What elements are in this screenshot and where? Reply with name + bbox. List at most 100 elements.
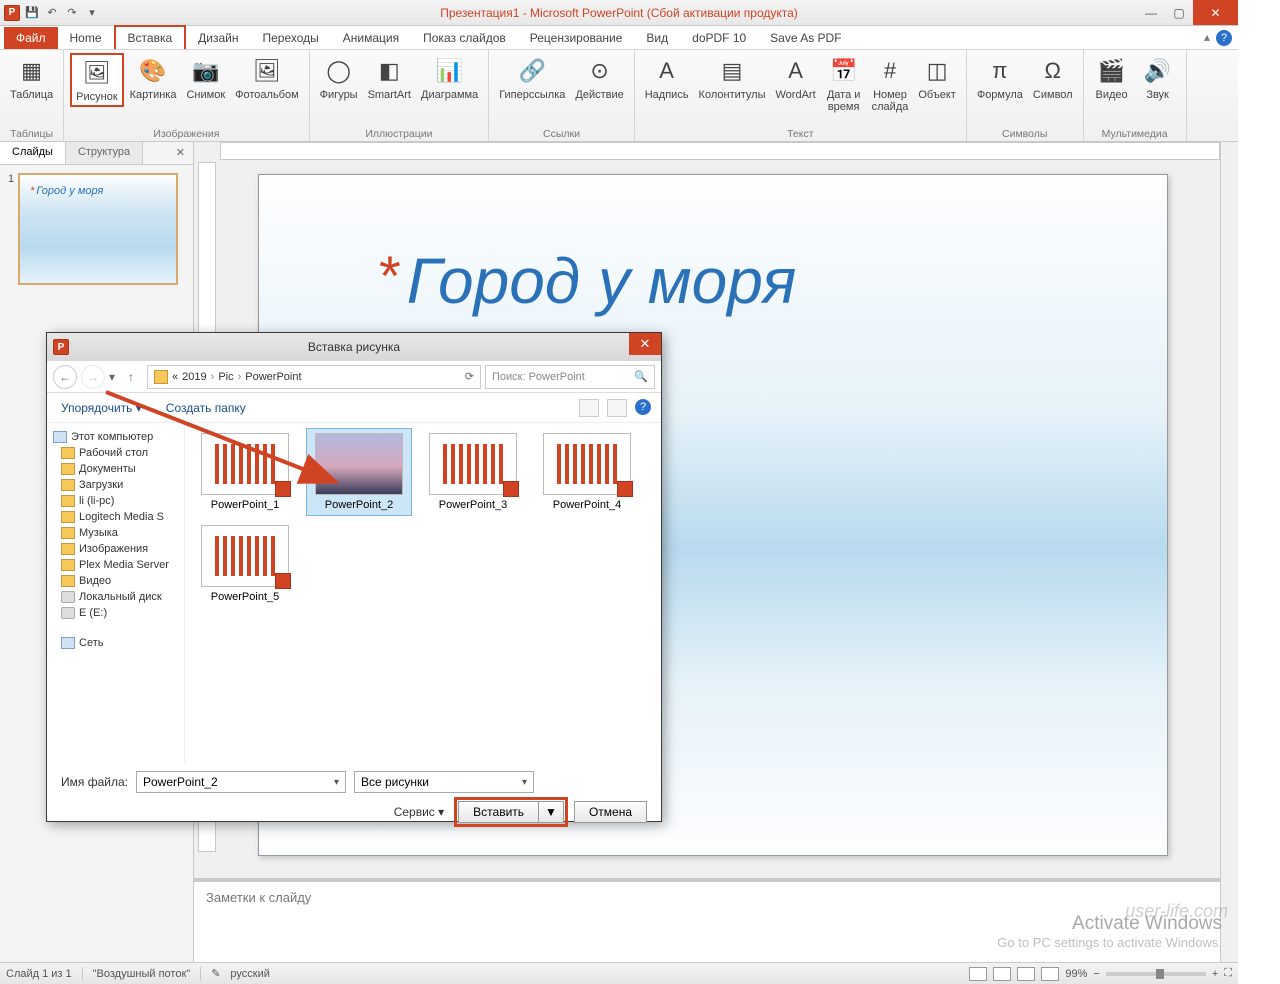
file-thumbnail	[429, 433, 517, 495]
panel-tab-outline[interactable]: Структура	[66, 142, 143, 164]
file-item[interactable]: PowerPoint_3	[421, 429, 525, 515]
folder-icon	[61, 543, 75, 555]
ribbon-рисунок[interactable]: 🖼Рисунок	[70, 53, 124, 107]
tab-dopdf[interactable]: doPDF 10	[680, 27, 758, 49]
fit-to-window-icon[interactable]: ⛶	[1224, 967, 1232, 980]
ribbon-collapse-icon[interactable]: ▴	[1204, 30, 1210, 46]
view-normal-icon[interactable]	[969, 967, 987, 981]
ribbon-снимок[interactable]: 📷Снимок	[182, 53, 229, 103]
ribbon-формула[interactable]: πФормула	[973, 53, 1027, 103]
path-box[interactable]: « 2019› Pic› PowerPoint ⟳	[147, 365, 481, 389]
file-item[interactable]: PowerPoint_1	[193, 429, 297, 515]
tree-item[interactable]: Локальный диск	[51, 589, 180, 605]
tab-design[interactable]: Дизайн	[186, 27, 250, 49]
nav-up-icon[interactable]: ↑	[119, 365, 143, 389]
dialog-help-icon[interactable]: ?	[635, 399, 651, 415]
ribbon-видео[interactable]: 🎬Видео	[1090, 53, 1134, 103]
tree-item[interactable]: E (E:)	[51, 605, 180, 621]
ribbon-колонтитулы[interactable]: ▤Колонтитулы	[695, 53, 770, 103]
tree-item[interactable]: Plex Media Server	[51, 557, 180, 573]
status-language[interactable]: русский	[230, 968, 269, 980]
service-button[interactable]: Сервис ▾	[394, 805, 444, 819]
ribbon-smartart[interactable]: ◧SmartArt	[364, 53, 415, 103]
filename-input[interactable]: PowerPoint_2▾	[136, 771, 346, 793]
ribbon-символ[interactable]: ΩСимвол	[1029, 53, 1077, 103]
tab-home[interactable]: Home	[58, 27, 114, 49]
undo-icon[interactable]: ↶	[44, 5, 60, 21]
nav-back-icon[interactable]: ←	[53, 365, 77, 389]
dialog-close-button[interactable]: ✕	[629, 333, 661, 355]
panel-tab-slides[interactable]: Слайды	[0, 142, 66, 164]
tab-slideshow[interactable]: Показ слайдов	[411, 27, 518, 49]
tree-item[interactable]: Загрузки	[51, 477, 180, 493]
tree-item[interactable]: Изображения	[51, 541, 180, 557]
zoom-slider[interactable]	[1106, 972, 1206, 976]
zoom-out-icon[interactable]: −	[1093, 968, 1099, 980]
file-item[interactable]: PowerPoint_5	[193, 521, 297, 607]
ribbon-действие[interactable]: ⊙Действие	[571, 53, 627, 103]
tree-item[interactable]: Видео	[51, 573, 180, 589]
title-bar: P 💾 ↶ ↷ ▾ Презентация1 - Microsoft Power…	[0, 0, 1238, 26]
nav-forward-icon[interactable]: →	[81, 365, 105, 389]
tab-view[interactable]: Вид	[634, 27, 680, 49]
status-zoom[interactable]: 99%	[1065, 968, 1087, 980]
preview-pane-icon[interactable]	[607, 399, 627, 417]
slide-thumbnail[interactable]: Город у моря	[18, 173, 178, 285]
cancel-button[interactable]: Отмена	[574, 801, 647, 823]
panel-close-icon[interactable]: ✕	[168, 142, 193, 164]
minimize-button[interactable]: —	[1137, 0, 1165, 25]
save-icon[interactable]: 💾	[24, 5, 40, 21]
ribbon-картинка[interactable]: 🎨Картинка	[126, 53, 181, 103]
tab-review[interactable]: Рецензирование	[518, 27, 635, 49]
maximize-button[interactable]: ▢	[1165, 0, 1193, 25]
qat-more-icon[interactable]: ▾	[84, 5, 100, 21]
tree-item[interactable]: Рабочий стол	[51, 445, 180, 461]
nav-hist-icon[interactable]: ▾	[109, 370, 115, 384]
ribbon-звук[interactable]: 🔊Звук	[1136, 53, 1180, 103]
ribbon-гиперссылка[interactable]: 🔗Гиперссылка	[495, 53, 569, 103]
ribbon-объект[interactable]: ◫Объект	[914, 53, 959, 103]
file-thumbnail	[201, 433, 289, 495]
help-icon[interactable]: ?	[1216, 30, 1232, 46]
tree-item[interactable]: Документы	[51, 461, 180, 477]
search-input[interactable]: Поиск: PowerPoint 🔍	[485, 365, 655, 389]
file-item[interactable]: PowerPoint_4	[535, 429, 639, 515]
ribbon-таблица[interactable]: ▦Таблица	[6, 53, 57, 103]
view-mode-icon[interactable]	[579, 399, 599, 417]
ribbon-надпись[interactable]: AНадпись	[641, 53, 693, 103]
filter-select[interactable]: Все рисунки▾	[354, 771, 534, 793]
zoom-in-icon[interactable]: +	[1212, 968, 1218, 980]
file-item[interactable]: PowerPoint_2	[307, 429, 411, 515]
ribbon-фигуры[interactable]: ◯Фигуры	[316, 53, 362, 103]
tree-item[interactable]: li (li-pc)	[51, 493, 180, 509]
redo-icon[interactable]: ↷	[64, 5, 80, 21]
ribbon-icon: 🎨	[137, 55, 169, 87]
tab-saveaspdf[interactable]: Save As PDF	[758, 27, 853, 49]
tab-transitions[interactable]: Переходы	[250, 27, 330, 49]
dialog-titlebar[interactable]: P Вставка рисунка ✕	[47, 333, 661, 361]
folder-tree[interactable]: Этот компьютер Рабочий столДокументыЗагр…	[47, 423, 185, 763]
ribbon-дата-и-время[interactable]: 📅Дата и время	[822, 53, 866, 115]
slide-title[interactable]: *Город у моря	[379, 243, 796, 318]
organize-button[interactable]: Упорядочить ▾	[61, 401, 142, 415]
ribbon-диаграмма[interactable]: 📊Диаграмма	[417, 53, 482, 103]
pc-icon	[53, 431, 67, 443]
new-folder-button[interactable]: Создать папку	[166, 401, 246, 415]
folder-icon	[61, 479, 75, 491]
quick-access-toolbar: P 💾 ↶ ↷ ▾	[0, 5, 104, 21]
ribbon-номер-слайда[interactable]: #Номер слайда	[868, 53, 913, 115]
language-icon[interactable]: ✎	[211, 967, 220, 980]
insert-button[interactable]: Вставить▼	[458, 801, 564, 823]
ribbon-фотоальбом[interactable]: 🖼Фотоальбом	[231, 53, 303, 103]
view-reading-icon[interactable]	[1017, 967, 1035, 981]
tree-item[interactable]: Музыка	[51, 525, 180, 541]
ribbon-wordart[interactable]: AWordArt	[772, 53, 820, 103]
tab-file[interactable]: Файл	[4, 27, 58, 49]
tab-insert[interactable]: Вставка	[114, 25, 187, 49]
vertical-scrollbar[interactable]	[1220, 142, 1238, 962]
tab-animation[interactable]: Анимация	[331, 27, 411, 49]
close-button[interactable]: ✕	[1193, 0, 1238, 25]
view-sorter-icon[interactable]	[993, 967, 1011, 981]
view-slideshow-icon[interactable]	[1041, 967, 1059, 981]
tree-item[interactable]: Logitech Media S	[51, 509, 180, 525]
